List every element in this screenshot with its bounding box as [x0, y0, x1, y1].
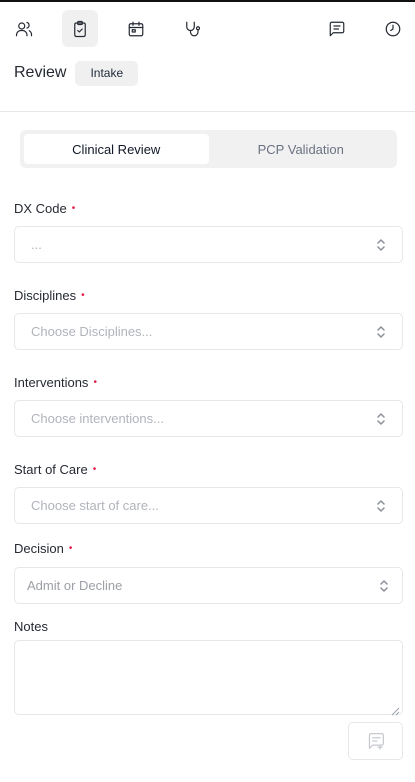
start-of-care-select[interactable]: Choose start of care... — [14, 487, 403, 524]
decision-placeholder: Admit or Decline — [27, 578, 123, 593]
decision-select[interactable]: Admit or Decline — [14, 567, 403, 604]
dx-code-label: DX Code • — [14, 201, 76, 216]
disciplines-label: Disciplines • — [14, 288, 85, 303]
disciplines-placeholder: Choose Disciplines... — [31, 324, 153, 339]
start-of-care-placeholder: Choose start of care... — [31, 498, 159, 513]
chevrons-up-down-icon — [375, 498, 387, 514]
notes-textarea[interactable] — [14, 640, 403, 716]
users-icon — [15, 21, 33, 36]
clock-icon — [385, 21, 401, 36]
history-button[interactable] — [375, 10, 411, 47]
toolbar — [0, 10, 415, 48]
page-title: Review — [14, 64, 67, 81]
required-marker: • — [68, 543, 73, 554]
notes-label: Notes — [14, 619, 48, 634]
chevrons-up-down-icon — [375, 237, 387, 253]
header-divider — [0, 111, 415, 112]
clipboard-check-icon — [74, 20, 86, 37]
required-marker: • — [81, 290, 85, 301]
chevrons-up-down-icon — [375, 411, 387, 427]
messages-button[interactable] — [319, 10, 355, 47]
disciplines-select[interactable]: Choose Disciplines... — [14, 313, 403, 350]
decision-label: Decision • — [14, 541, 73, 556]
resize-grip-icon[interactable] — [391, 703, 400, 716]
chevrons-up-down-icon — [375, 324, 387, 340]
message-plus-icon — [368, 733, 384, 750]
message-square-icon — [329, 21, 345, 36]
window-top-border — [0, 0, 415, 2]
required-marker: • — [71, 203, 76, 214]
interventions-select[interactable]: Choose interventions... — [14, 400, 403, 437]
start-of-care-label: Start of Care • — [14, 462, 97, 477]
dx-code-select[interactable]: ... — [14, 226, 403, 263]
stethoscope-icon — [186, 21, 201, 36]
calendar-button[interactable] — [118, 10, 154, 47]
interventions-label: Interventions • — [14, 375, 97, 390]
stethoscope-button[interactable] — [174, 10, 210, 47]
calendar-icon — [128, 21, 144, 36]
tab-pcp-validation[interactable]: PCP Validation — [209, 134, 394, 164]
review-button[interactable] — [62, 10, 98, 47]
interventions-placeholder: Choose interventions... — [31, 411, 164, 426]
intake-badge[interactable]: Intake — [75, 60, 139, 86]
required-marker: • — [93, 377, 97, 388]
required-marker: • — [92, 464, 97, 475]
dx-code-placeholder: ... — [31, 237, 42, 252]
tab-clinical-review[interactable]: Clinical Review — [24, 134, 209, 164]
review-tabs: Clinical Review PCP Validation — [20, 130, 397, 168]
chevrons-up-down-icon — [378, 578, 390, 594]
add-comment-button[interactable] — [348, 722, 403, 760]
page-header: Review Intake — [14, 60, 139, 86]
users-button[interactable] — [6, 10, 42, 47]
